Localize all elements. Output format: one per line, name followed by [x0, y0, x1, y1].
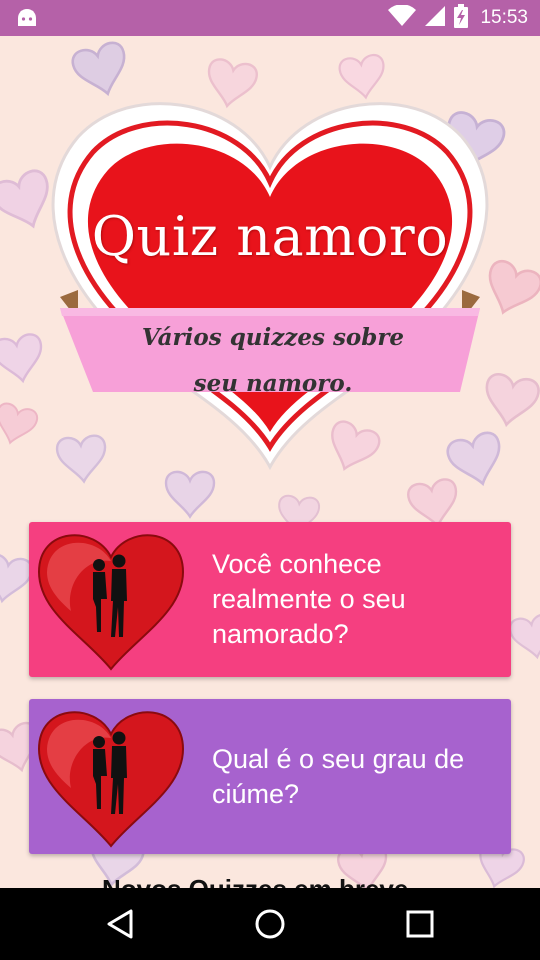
couple-heart-icon — [35, 527, 187, 672]
quiz-card-label: Você conhece realmente o seu namorado? — [212, 549, 406, 649]
back-icon[interactable] — [103, 906, 139, 942]
app-title: Quiz namoro — [91, 205, 449, 268]
battery-icon — [454, 4, 469, 32]
home-icon[interactable] — [252, 906, 288, 942]
status-bar: 15:53 — [0, 0, 540, 36]
navigation-bar — [0, 888, 540, 960]
quiz-card-boyfriend[interactable]: Você conhece realmente o seu namorado? — [29, 522, 511, 677]
app-subtitle: Vários quizzes sobre seu namoro. — [141, 324, 405, 397]
quiz-card-label: Qual é o seu grau de ciúme? — [212, 743, 465, 809]
quiz-logo-heart — [38, 82, 502, 482]
android-icon — [16, 8, 38, 32]
wifi-icon — [388, 4, 417, 31]
status-time: 15:53 — [480, 7, 528, 28]
quiz-card-jealousy[interactable]: Qual é o seu grau de ciúme? — [29, 699, 511, 854]
recents-icon[interactable] — [402, 906, 438, 942]
couple-heart-icon — [35, 704, 187, 849]
signal-icon — [424, 5, 446, 31]
